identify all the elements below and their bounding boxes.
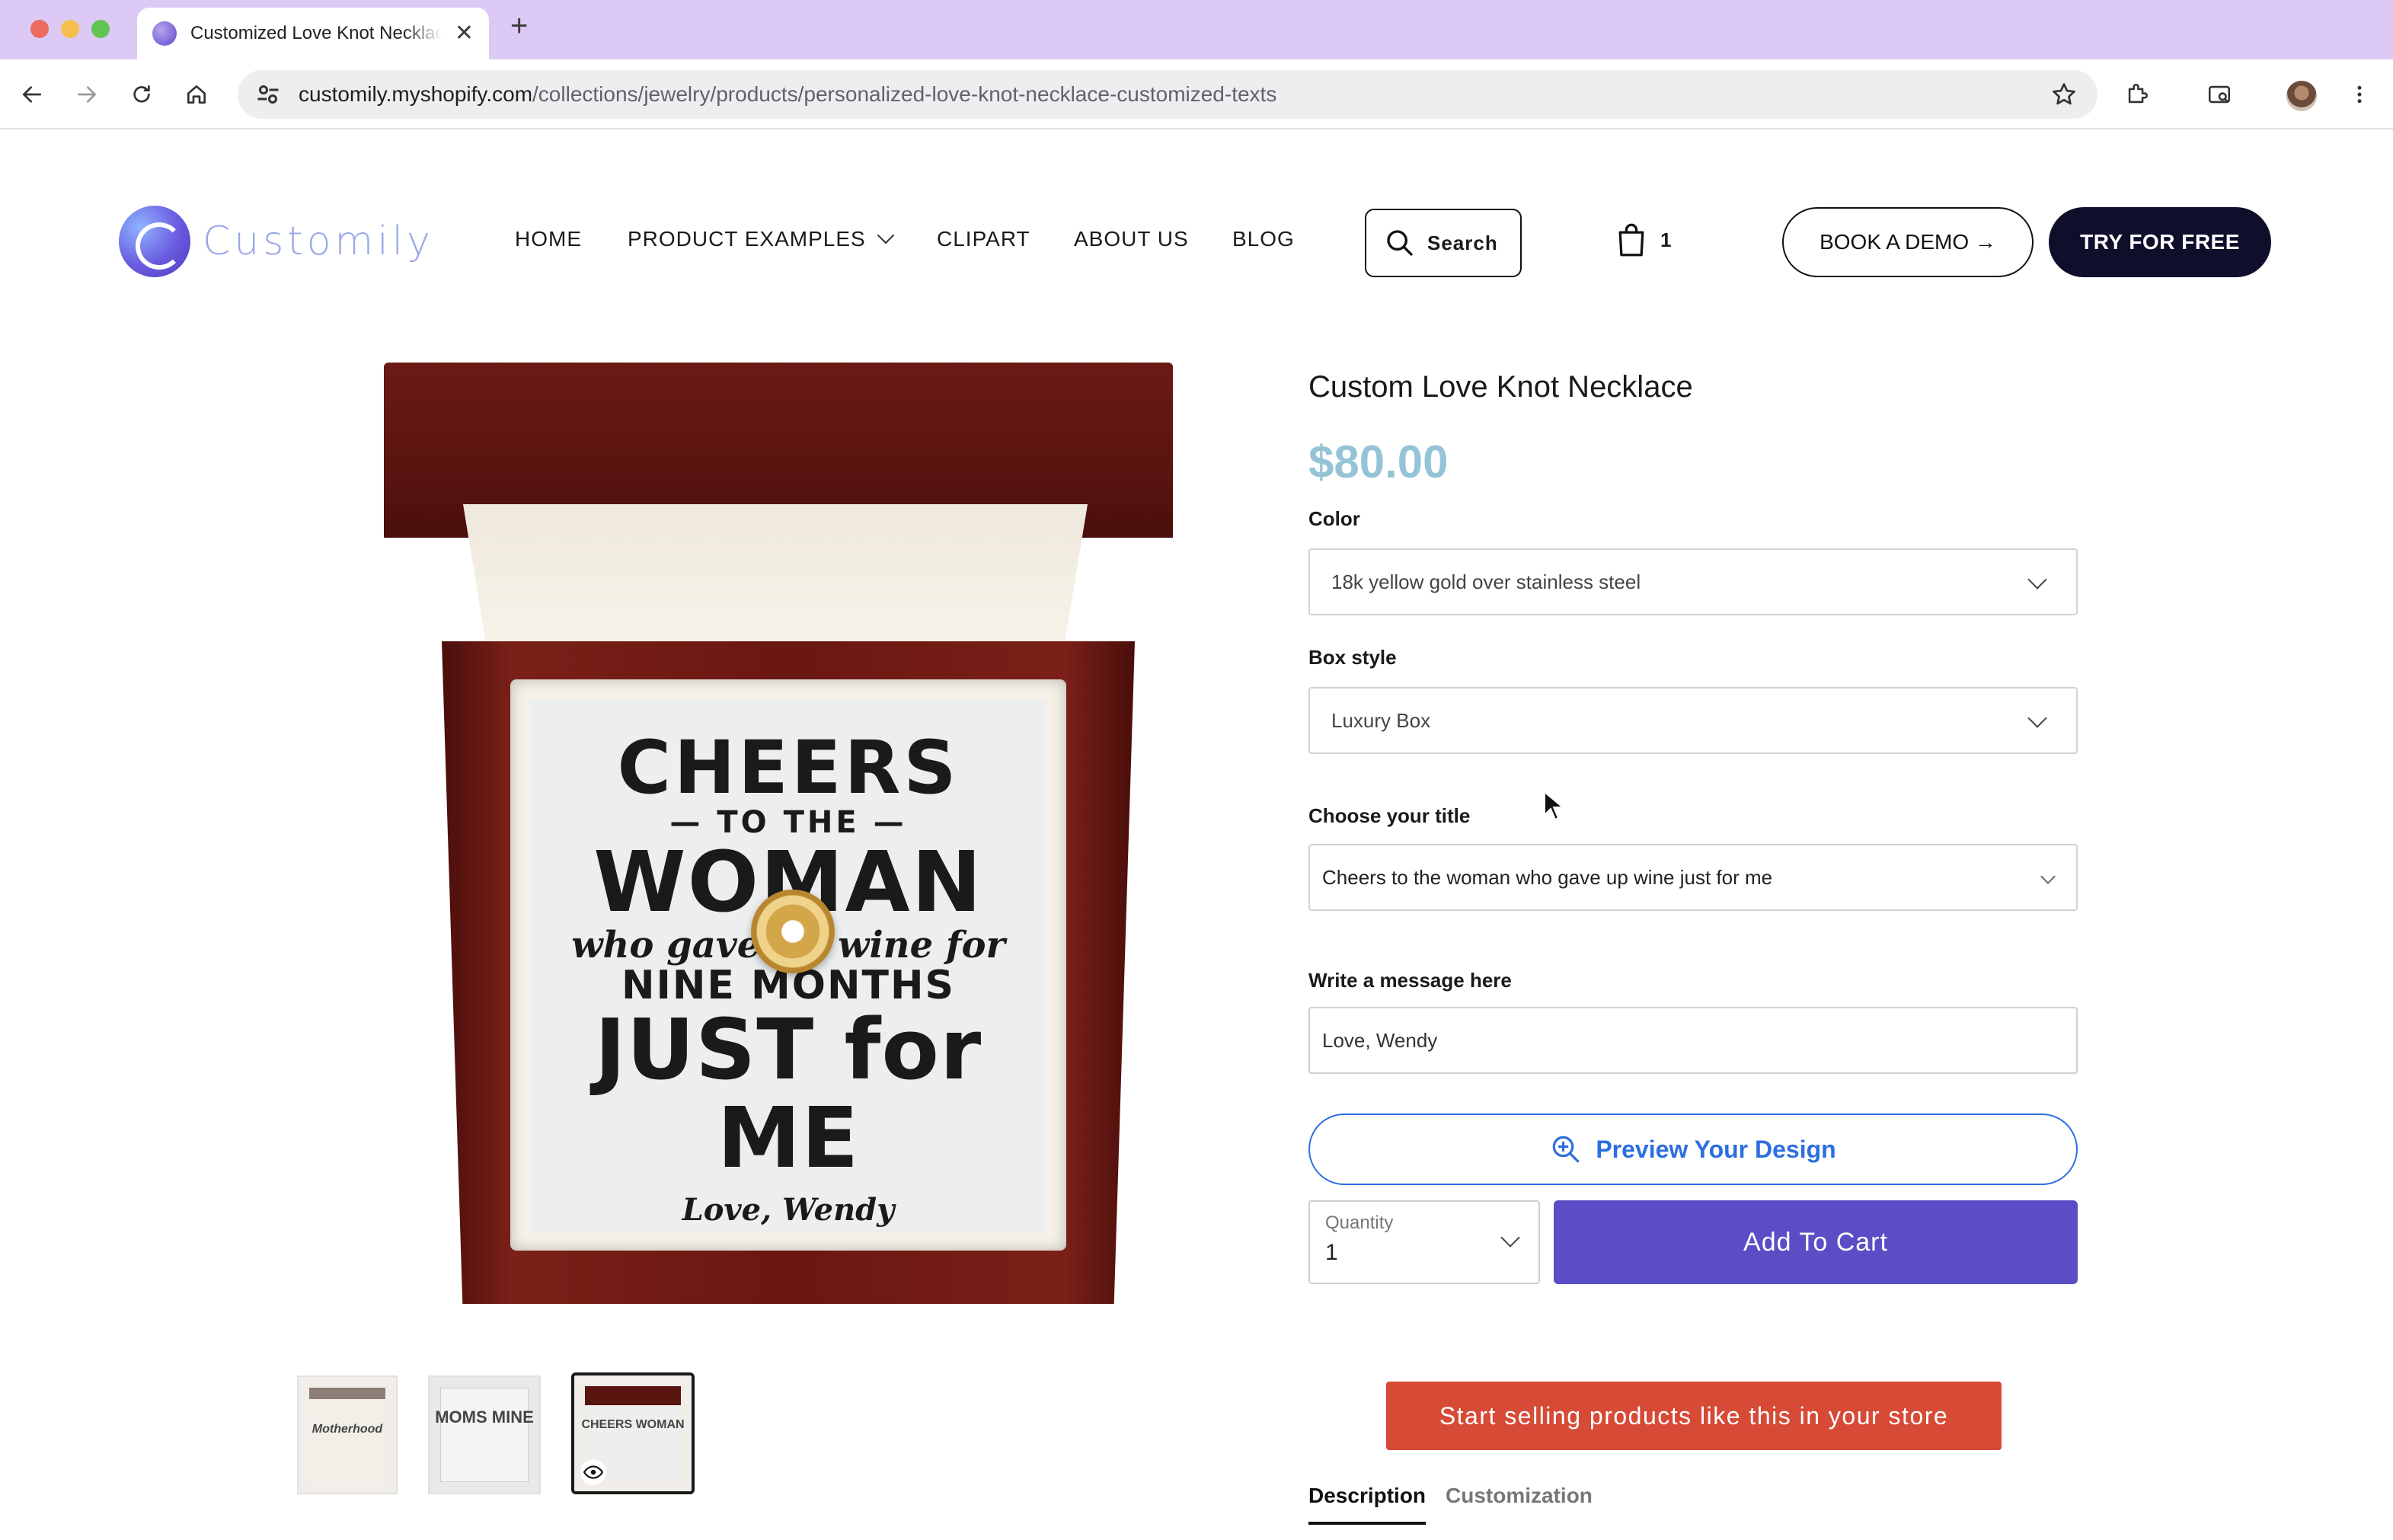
preview-design-label: Preview Your Design: [1596, 1135, 1836, 1163]
tab-customization[interactable]: Customization: [1446, 1484, 1593, 1525]
thumbnail-3-text: CHEERS WOMAN: [581, 1418, 685, 1431]
book-demo-button[interactable]: BOOK A DEMO →: [1782, 207, 2034, 277]
nav-clipart[interactable]: CLIPART: [937, 227, 1030, 251]
jewelry-box-cushion: CHEERS — TO THE — WOMAN who gave up wine…: [510, 679, 1066, 1251]
add-to-cart-button[interactable]: Add To Cart: [1554, 1200, 2078, 1284]
tab-description[interactable]: Description: [1308, 1484, 1427, 1525]
color-label: Color: [1308, 507, 1360, 530]
close-window-button[interactable]: [30, 20, 49, 38]
quantity-label: Quantity: [1325, 1213, 1394, 1233]
box-style-select-value: Luxury Box: [1331, 708, 1431, 732]
favicon-icon: [152, 21, 177, 46]
thumbnail-1[interactable]: Motherhood: [297, 1375, 398, 1494]
mouse-cursor-icon: [1544, 791, 1564, 821]
thumbnail-2-text: MOMS MINE: [435, 1407, 534, 1427]
back-icon[interactable]: [14, 76, 50, 113]
browser-tab[interactable]: Customized Love Knot Necklace ✕: [137, 8, 489, 59]
more-menu-icon[interactable]: [2341, 76, 2378, 113]
product-tabs: Description Customization: [1308, 1484, 1612, 1525]
preview-design-button[interactable]: Preview Your Design: [1308, 1113, 2078, 1185]
tab-title: Customized Love Knot Necklace: [190, 23, 442, 43]
message-label: Write a message here: [1308, 969, 1512, 992]
chevron-down-icon: [877, 226, 894, 244]
site-settings-icon[interactable]: [254, 81, 282, 108]
quantity-value: 1: [1325, 1240, 1338, 1265]
logo-icon: [119, 206, 190, 277]
card-line-6: JUST for ME: [594, 1001, 982, 1187]
thumbnail-strip: Motherhood MOMS MINE CHEERS WOMAN: [297, 1372, 695, 1494]
search-button[interactable]: Search: [1365, 209, 1522, 277]
customily-logo[interactable]: Customily: [119, 206, 434, 277]
forward-icon[interactable]: [69, 76, 105, 113]
nav-blog[interactable]: BLOG: [1232, 227, 1295, 251]
close-tab-icon[interactable]: ✕: [455, 22, 474, 45]
box-style-label: Box style: [1308, 646, 1397, 669]
message-input[interactable]: [1308, 1007, 2078, 1074]
try-for-free-button[interactable]: TRY FOR FREE: [2049, 207, 2271, 277]
quantity-select[interactable]: Quantity 1: [1308, 1200, 1540, 1284]
cart-count: 1: [1660, 228, 1672, 251]
choose-title-select[interactable]: Cheers to the woman who gave up wine jus…: [1308, 844, 2078, 911]
home-icon[interactable]: [178, 76, 215, 113]
logo-text: Customily: [203, 219, 434, 264]
cart-button[interactable]: 1: [1616, 222, 1671, 257]
reload-icon[interactable]: [123, 76, 160, 113]
box-style-select[interactable]: Luxury Box: [1308, 687, 2078, 754]
love-knot-pendant: [751, 890, 835, 973]
thumbnail-2[interactable]: MOMS MINE: [428, 1375, 541, 1494]
maximize-window-button[interactable]: [91, 20, 110, 38]
product-main-image[interactable]: CHEERS — TO THE — WOMAN who gave up wine…: [381, 359, 1181, 1312]
jewelry-box-base: CHEERS — TO THE — WOMAN who gave up wine…: [442, 641, 1135, 1304]
address-bar[interactable]: customily.myshopify.com/collections/jewe…: [238, 70, 2097, 119]
color-select-value: 18k yellow gold over stainless steel: [1331, 570, 1641, 593]
minimize-window-button[interactable]: [61, 20, 79, 38]
nav-product-examples[interactable]: PRODUCT EXAMPLES: [628, 226, 894, 251]
card-line-7: Love, Wendy: [682, 1192, 895, 1228]
thumbnail-2-image: [440, 1388, 529, 1482]
profile-avatar[interactable]: [2286, 81, 2317, 111]
product-price: $80.00: [1308, 436, 1449, 487]
shopping-bag-icon: [1618, 223, 1644, 257]
new-tab-button[interactable]: +: [510, 11, 528, 41]
thumbnail-1-text: Motherhood: [312, 1423, 383, 1436]
thumbnail-3[interactable]: CHEERS WOMAN: [571, 1372, 695, 1494]
choose-title-label: Choose your title: [1308, 804, 1471, 827]
chevron-down-icon: [2027, 708, 2047, 728]
eye-icon: [580, 1459, 606, 1485]
browser-toolbar: customily.myshopify.com/collections/jewe…: [0, 59, 2393, 129]
nav-home[interactable]: HOME: [515, 227, 582, 251]
product-title: Custom Love Knot Necklace: [1308, 370, 1693, 404]
site-header: Customily HOME PRODUCT EXAMPLES CLIPART …: [0, 131, 2393, 352]
url-host: customily.myshopify.com: [299, 82, 533, 106]
jewelry-box-lid-lining: [463, 504, 1088, 657]
search-button-label: Search: [1427, 231, 1498, 254]
bookmark-star-icon[interactable]: [2050, 81, 2078, 108]
start-selling-banner-button[interactable]: Start selling products like this in your…: [1386, 1382, 2002, 1450]
chevron-down-icon: [2040, 869, 2056, 884]
color-select[interactable]: 18k yellow gold over stainless steel: [1308, 548, 2078, 615]
nav-about-us[interactable]: ABOUT US: [1074, 227, 1189, 251]
browser-tab-bar: Customized Love Knot Necklace ✕ +: [0, 0, 2393, 59]
url-path: /collections/jewelry/products/personaliz…: [532, 82, 1277, 106]
search-icon: [1387, 230, 1413, 256]
card-line-1: CHEERS: [617, 725, 960, 810]
zoom-in-icon: [1552, 1136, 1580, 1163]
tab-search-icon[interactable]: [2201, 76, 2238, 113]
nav-product-examples-label: PRODUCT EXAMPLES: [628, 227, 866, 251]
chevron-down-icon: [2027, 570, 2047, 589]
message-card: CHEERS — TO THE — WOMAN who gave up wine…: [530, 699, 1046, 1232]
url-text: customily.myshopify.com/collections/jewe…: [299, 82, 1276, 107]
extensions-icon[interactable]: [2119, 76, 2155, 113]
choose-title-select-value: Cheers to the woman who gave up wine jus…: [1322, 865, 1773, 889]
